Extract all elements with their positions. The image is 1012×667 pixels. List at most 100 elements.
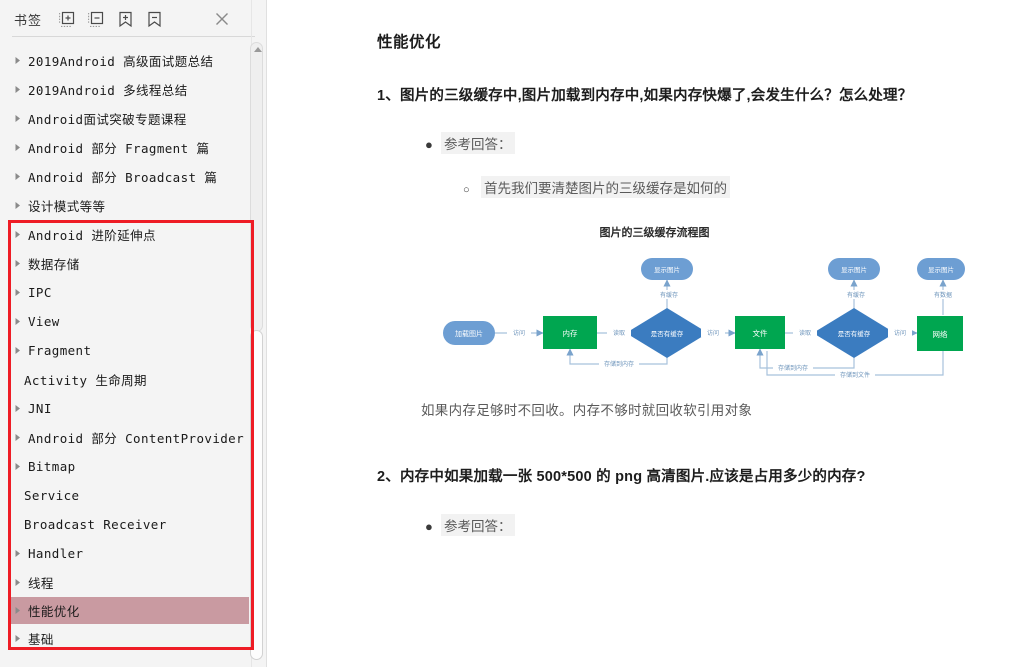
bookmark-item[interactable]: View [0, 307, 255, 336]
q1-bullet-level1: ● 参考回答： [425, 132, 972, 154]
bookmark-item-label: Service [24, 488, 79, 503]
bookmark-item-label: View [28, 314, 60, 329]
bookmarks-sidebar: 书签 [0, 0, 267, 667]
bullet-circle-icon: ○ [463, 184, 481, 196]
sidebar-scrollbar[interactable] [250, 42, 263, 662]
bookmarks-panel-title: 书签 [14, 10, 42, 29]
q2-bullet-level1: ● 参考回答： [425, 514, 972, 536]
svg-text:读取: 读取 [613, 329, 625, 337]
expand-arrow-icon[interactable] [14, 143, 28, 152]
expand-arrow-icon[interactable] [14, 114, 28, 123]
expand-arrow-icon[interactable] [14, 549, 28, 558]
toolbar-divider [12, 36, 255, 37]
bookmark-item[interactable]: Android面试突破专题课程 [0, 104, 255, 133]
expand-arrow-icon[interactable] [14, 317, 28, 326]
expand-arrow-icon[interactable] [14, 259, 28, 268]
expand-arrow-icon[interactable] [14, 172, 28, 181]
svg-text:是否有缓存: 是否有缓存 [838, 329, 871, 338]
bookmark-item-label: 线程 [28, 573, 54, 592]
bookmark-item-label: Broadcast Receiver [24, 517, 167, 532]
bookmark-item[interactable]: JNI [0, 394, 255, 423]
question-1-heading: 1、图片的三级缓存中,图片加载到内存中,如果内存快爆了,会发生什么？怎么处理？ [377, 78, 972, 114]
expand-arrow-icon[interactable] [14, 634, 28, 643]
bookmark-item-label: Android 部分 ContentProvider 篇 [28, 428, 255, 447]
svg-text:内存: 内存 [563, 328, 578, 338]
bookmark-item[interactable]: 2019Android 高级面试题总结 [0, 46, 255, 75]
bookmark-item-label: Android 部分 Fragment 篇 [28, 138, 209, 157]
expand-arrow-icon[interactable] [14, 201, 28, 210]
sidebar-toolbar: 书签 [0, 0, 267, 38]
bookmark-item-label: IPC [28, 285, 52, 300]
bookmark-item-label: Activity 生命周期 [24, 370, 147, 389]
bookmark-item[interactable]: Android 部分 Broadcast 篇 [0, 162, 255, 191]
bullet-dot-icon: ● [425, 137, 441, 152]
scroll-up-arrow-icon[interactable] [254, 47, 262, 52]
q1-bullet-level2-text: 首先我们要清楚图片的三级缓存是如何的 [481, 176, 730, 198]
bookmark-item-label: JNI [28, 401, 52, 416]
close-icon[interactable] [211, 8, 233, 30]
add-bookmark-icon[interactable] [116, 10, 135, 29]
bookmark-item[interactable]: 线程 [0, 568, 255, 597]
bookmark-tree-scroll-area[interactable]: 2019Android 高级面试题总结 2019Android 多线程总结 Andr… [0, 40, 255, 667]
expand-arrow-icon[interactable] [14, 230, 28, 239]
bookmark-item[interactable]: Fragment [0, 336, 255, 365]
expand-arrow-icon[interactable] [14, 56, 28, 65]
svg-text:有缓存: 有缓存 [847, 291, 865, 299]
bookmark-item-label: 2019Android 高级面试题总结 [28, 51, 213, 70]
bookmark-item-label: Fragment [28, 343, 91, 358]
expand-arrow-icon[interactable] [14, 578, 28, 587]
scrollbar-track[interactable] [250, 42, 263, 332]
svg-text:显示图片: 显示图片 [654, 265, 680, 274]
bookmark-item-label: 性能优化 [28, 601, 80, 620]
bookmark-item-label: 基础 [28, 629, 54, 648]
scrollbar-thumb[interactable] [250, 330, 263, 660]
expand-arrow-icon[interactable] [14, 288, 28, 297]
bookmark-item[interactable]: Android 部分 Fragment 篇 [0, 133, 255, 162]
expand-arrow-icon[interactable] [14, 433, 28, 442]
svg-text:存储到文件: 存储到文件 [840, 371, 870, 379]
bookmark-item[interactable]: 2019Android 多线程总结 [0, 75, 255, 104]
bookmark-item[interactable]: IPC [0, 278, 255, 307]
toolbar-icon-group [58, 10, 164, 29]
expand-arrow-icon[interactable] [14, 606, 28, 615]
svg-text:文件: 文件 [753, 328, 768, 338]
bookmark-item[interactable]: 设计模式等等 [0, 191, 255, 220]
q2-bullet-level1-text: 参考回答： [441, 514, 515, 536]
document-viewer[interactable]: 性能优化 1、图片的三级缓存中,图片加载到内存中,如果内存快爆了,会发生什么？怎… [267, 0, 1012, 667]
three-level-cache-flowchart: 加载图片 内存 是否有缓存 显示图片 文件 是否有缓存 [435, 246, 965, 381]
svg-text:网络: 网络 [933, 329, 948, 339]
bookmark-item-label: 设计模式等等 [28, 196, 105, 215]
expand-arrow-icon[interactable] [14, 404, 28, 413]
bookmark-item[interactable]: Activity 生命周期 [0, 365, 255, 394]
bookmark-item[interactable]: Bitmap [0, 452, 255, 481]
question-2-block: 2、内存中如果加载一张 500*500 的 png 高清图片.应该是占用多少的内… [377, 459, 972, 535]
expand-arrow-icon[interactable] [14, 346, 28, 355]
bookmark-item[interactable]: Handler [0, 539, 255, 568]
bookmark-item[interactable]: 性能优化 [8, 597, 249, 624]
bookmark-item[interactable]: Service [0, 481, 255, 510]
expand-arrow-icon[interactable] [14, 85, 28, 94]
svg-text:访问: 访问 [513, 329, 525, 337]
bookmark-item[interactable]: Broadcast Receiver [0, 510, 255, 539]
bookmark-item[interactable]: Android 进阶延伸点 [0, 220, 255, 249]
bookmark-item-label: Handler [28, 546, 83, 561]
bookmark-item[interactable]: 基础 [0, 624, 255, 653]
bullet-dot-icon: ● [425, 519, 441, 534]
svg-text:是否有缓存: 是否有缓存 [651, 329, 684, 338]
remove-bookmark-icon[interactable] [145, 10, 164, 29]
bookmark-item-label: 数据存储 [28, 254, 80, 273]
expand-arrow-icon[interactable] [14, 462, 28, 471]
figure-note: 如果内存足够时不回收。内存不够时就回收软引用对象 [421, 399, 972, 419]
svg-text:有数据: 有数据 [934, 291, 952, 299]
svg-text:显示图片: 显示图片 [841, 265, 867, 274]
bookmark-item-label: 2019Android 多线程总结 [28, 80, 188, 99]
bookmark-item-label: Android 部分 Broadcast 篇 [28, 167, 217, 186]
bookmark-item-label: Android面试突破专题课程 [28, 109, 187, 128]
collapse-all-icon[interactable] [87, 10, 106, 29]
q1-bullet-level1-text: 参考回答： [441, 132, 515, 154]
bookmark-item[interactable]: Android 部分 ContentProvider 篇 [0, 423, 255, 452]
bookmark-item[interactable]: 数据存储 [0, 249, 255, 278]
svg-text:存储到内存: 存储到内存 [604, 360, 634, 368]
svg-text:读取: 读取 [799, 329, 811, 337]
expand-all-icon[interactable] [58, 10, 77, 29]
